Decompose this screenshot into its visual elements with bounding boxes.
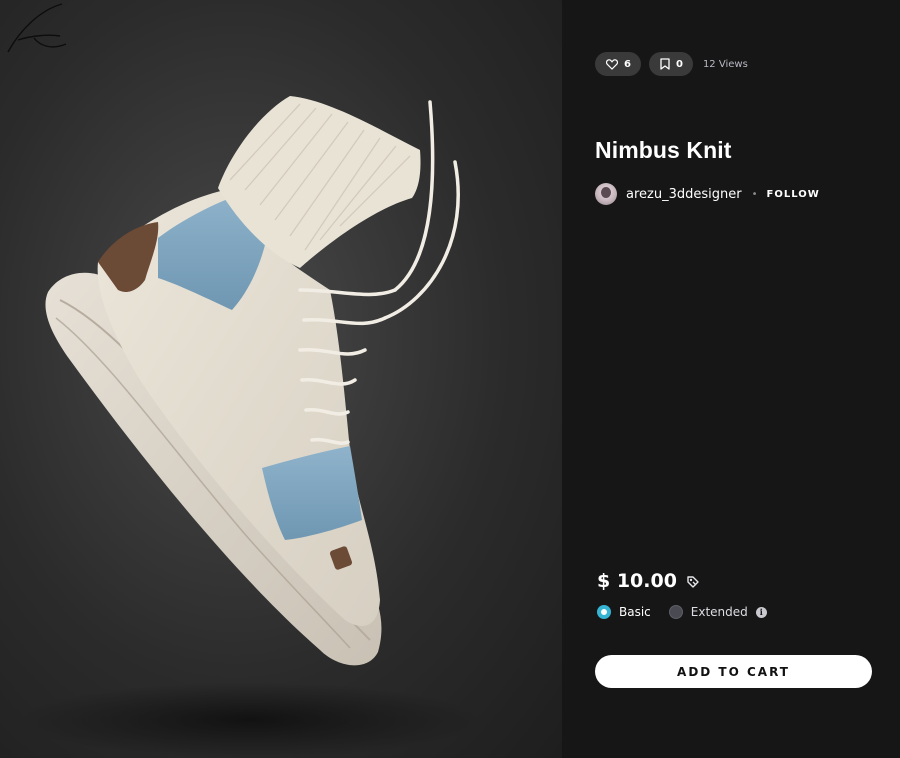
follow-button[interactable]: FOLLOW — [766, 189, 819, 200]
save-count: 0 — [675, 58, 683, 70]
license-option-label: Extended — [690, 605, 748, 619]
license-icon[interactable] — [686, 575, 700, 589]
avatar[interactable] — [595, 183, 617, 205]
sneaker-render — [20, 96, 480, 758]
heart-icon — [606, 58, 618, 70]
add-to-cart-button[interactable]: ADD TO CART — [595, 655, 872, 688]
price-row: $ 10.00 — [597, 570, 700, 592]
product-details-panel: 6 0 12 Views Nimbus Knit arezu_3ddesigne… — [562, 0, 900, 758]
bookmark-icon — [660, 58, 670, 70]
like-button[interactable]: 6 — [595, 52, 641, 76]
radio-unselected[interactable] — [668, 605, 683, 619]
stats-row: 6 0 12 Views — [595, 52, 748, 76]
save-button[interactable]: 0 — [648, 52, 693, 76]
info-icon[interactable]: i — [755, 606, 767, 618]
price: $ 10.00 — [597, 570, 677, 592]
like-count: 6 — [624, 58, 631, 70]
author-row: arezu_3ddesigner • FOLLOW — [595, 183, 820, 205]
radio-selected[interactable] — [597, 605, 611, 619]
artist-signature — [7, 3, 67, 53]
license-option-basic[interactable]: Basic — [597, 605, 651, 619]
product-image[interactable] — [0, 0, 562, 758]
view-count: 12 Views — [702, 58, 748, 70]
license-options: Basic Extended i — [597, 605, 785, 619]
license-option-extended[interactable]: Extended i — [668, 605, 767, 619]
product-title: Nimbus Knit — [595, 137, 732, 163]
product-page: 6 0 12 Views Nimbus Knit arezu_3ddesigne… — [0, 0, 900, 758]
separator-dot: • — [751, 188, 758, 200]
license-option-label: Basic — [619, 605, 651, 619]
author-name[interactable]: arezu_3ddesigner — [626, 187, 742, 202]
